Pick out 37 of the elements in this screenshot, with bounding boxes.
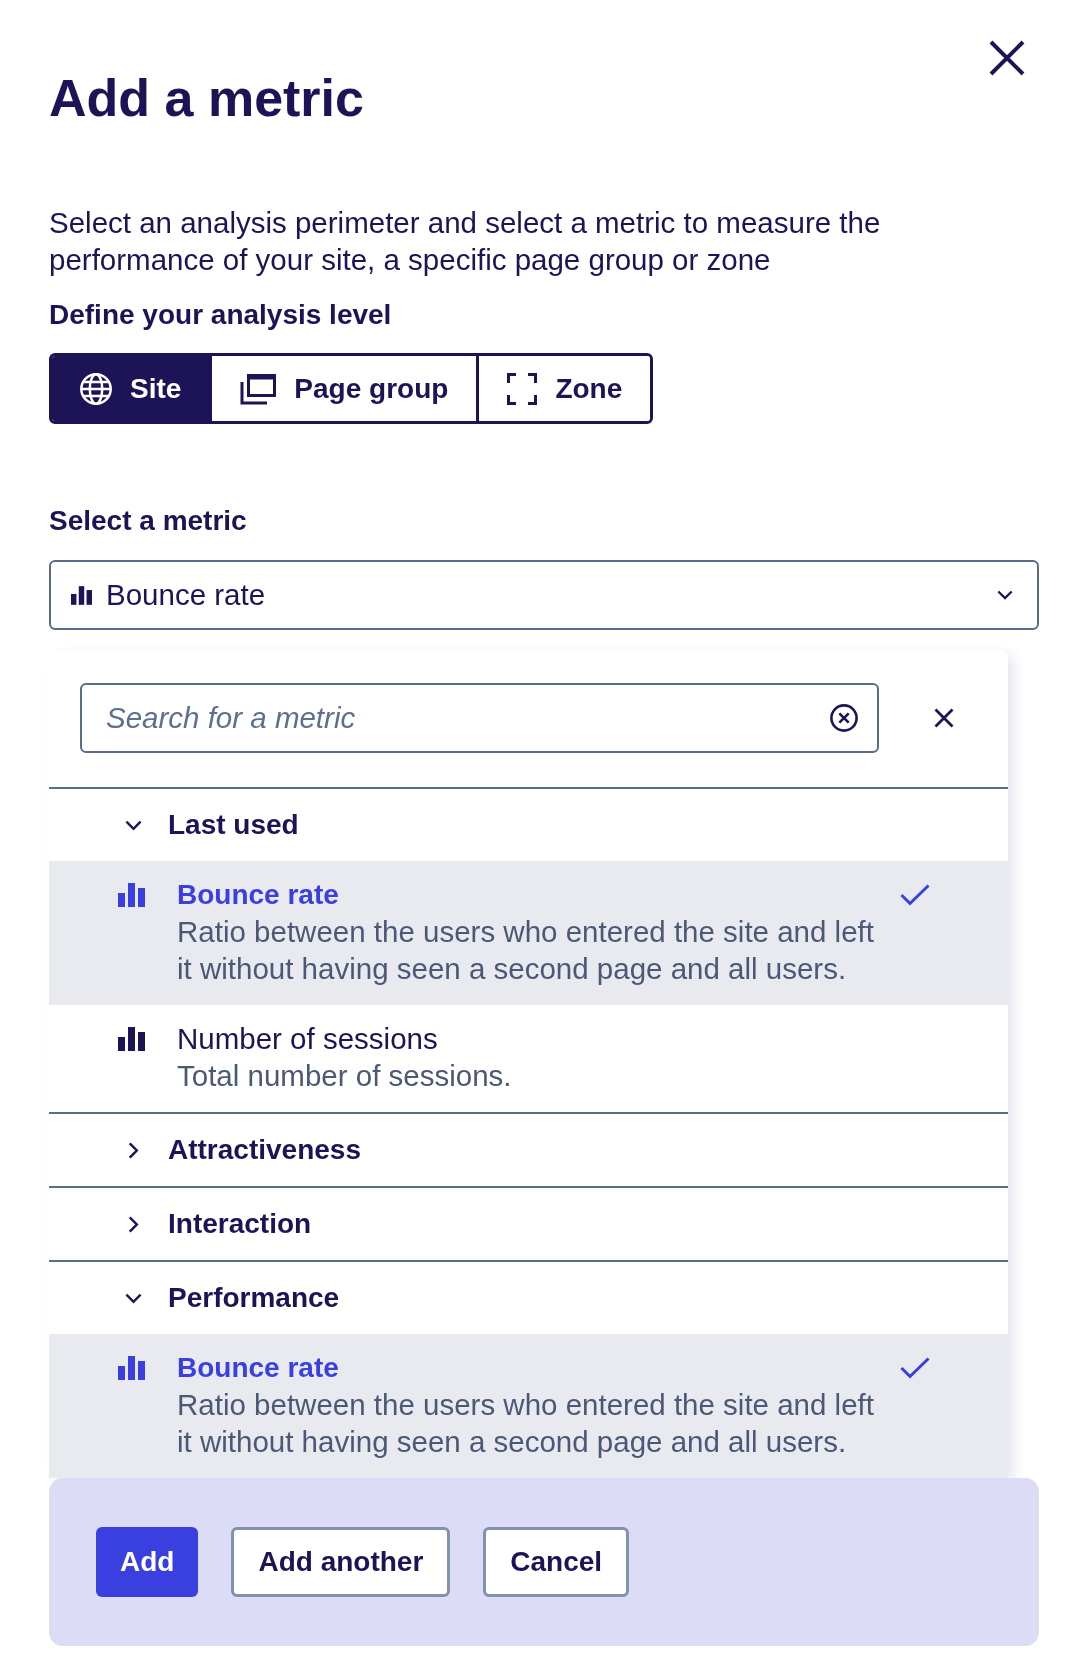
metric-name: Bounce rate <box>177 878 340 912</box>
metric-name: Bounce rate <box>177 1351 340 1385</box>
metric-name: Number of sessions <box>177 1021 439 1057</box>
corner-brackets-icon <box>507 372 538 405</box>
search-field[interactable]: Search for a metric <box>80 683 879 753</box>
dialog-description: Select an analysis perimeter and select a metric to measure the performance of your site, a specific page group or zone <box>49 205 882 278</box>
metric-description: Total number of sessions. <box>177 1058 513 1094</box>
group-header[interactable]: Performance <box>49 1262 1008 1334</box>
chevron-down-icon <box>997 590 1013 600</box>
level-tab[interactable]: Zone <box>476 356 651 421</box>
metric-option[interactable]: Number of sessions Total number of sessions. <box>49 1005 1008 1112</box>
bar-chart-icon <box>118 883 145 907</box>
check-icon <box>900 884 930 906</box>
dialog-title: Add a metric <box>49 68 364 129</box>
check-icon <box>900 1357 930 1379</box>
group-header[interactable]: Attractiveness <box>49 1114 1008 1186</box>
metric-select[interactable]: Bounce rate <box>49 560 1039 630</box>
metric-description: Ratio between the users who entered the site and left it without having seen a second page and all users. <box>177 1387 875 1460</box>
level-tab[interactable]: Site <box>52 356 210 421</box>
clear-icon[interactable] <box>830 704 858 732</box>
section-label: Select a metric <box>49 504 248 538</box>
close-icon[interactable] <box>934 708 954 728</box>
bar-chart-icon <box>71 585 92 605</box>
close-icon[interactable] <box>989 40 1025 76</box>
secondary-button[interactable]: Cancel <box>483 1527 630 1597</box>
group-header[interactable]: Interaction <box>49 1188 1008 1260</box>
bar-chart-icon <box>118 1027 145 1051</box>
add-button[interactable]: Add <box>96 1527 199 1597</box>
metric-description: Ratio between the users who entered the site and left it without having seen a second page and all users. <box>177 914 875 987</box>
section-label: Define your analysis level <box>49 298 392 332</box>
globe-icon <box>80 372 112 405</box>
metric-option[interactable]: Bounce rate Ratio between the users who entered the site and left it without having seen a second page and all users. <box>49 1334 1008 1478</box>
stacked-windows-icon <box>240 372 277 405</box>
group-header[interactable]: Last used <box>49 789 1008 861</box>
bar-chart-icon <box>118 1356 145 1380</box>
secondary-button[interactable]: Add another <box>231 1527 451 1597</box>
metric-option[interactable]: Bounce rate Ratio between the users who entered the site and left it without having seen a second page and all users. <box>49 861 1008 1005</box>
